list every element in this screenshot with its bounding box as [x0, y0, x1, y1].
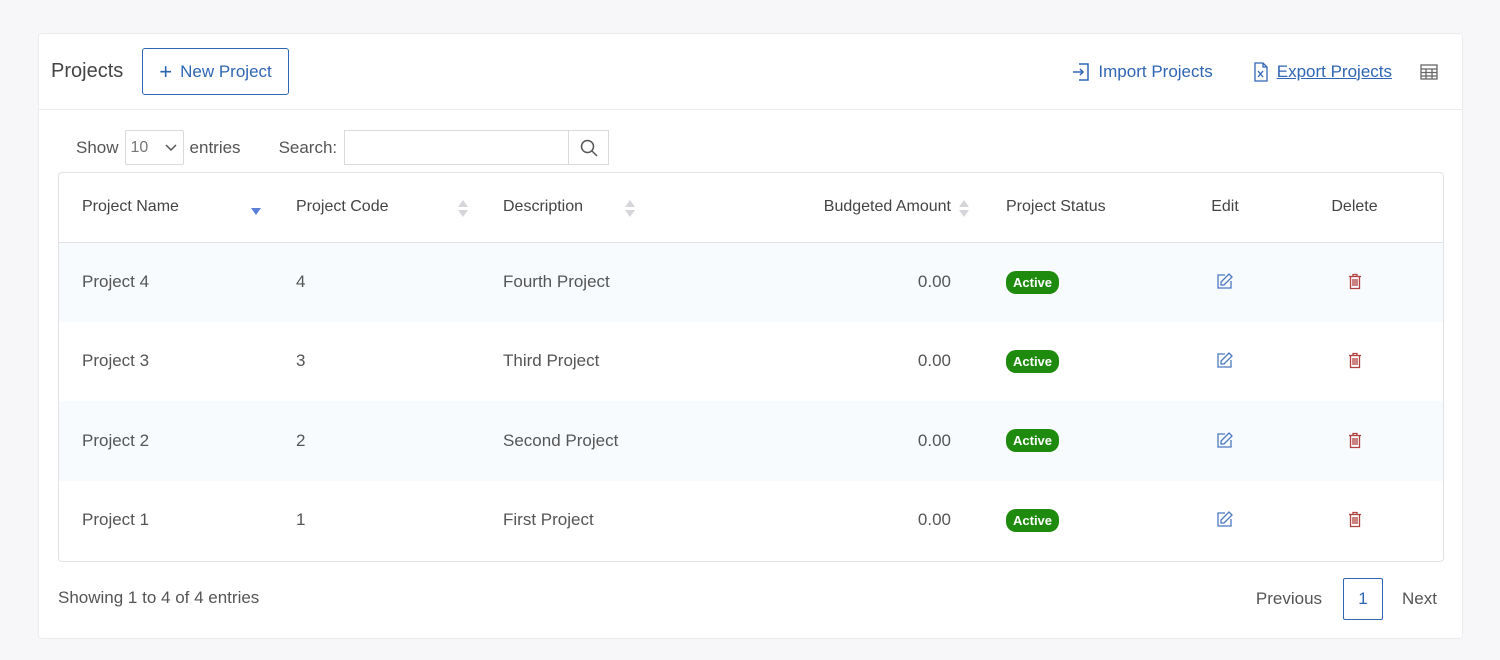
header-actions: Import Projects Export Projects	[1072, 62, 1438, 82]
cell-edit	[1164, 242, 1286, 322]
show-label: Show	[76, 137, 119, 157]
cell-project-status: Active	[979, 322, 1164, 402]
cell-description: First Project	[503, 510, 594, 530]
page-title: Projects	[51, 60, 124, 82]
column-header-delete: Delete	[1286, 173, 1443, 243]
cell-project-code: 3	[296, 351, 306, 371]
search-input[interactable]	[344, 130, 569, 165]
entries-select[interactable]: 10	[124, 130, 184, 165]
column-header-budgeted-amount[interactable]: Budgeted Amount	[707, 173, 979, 243]
table-row: Project 1 1 First Project 0.00 Active	[59, 481, 1443, 561]
export-projects-link[interactable]: Export Projects	[1253, 62, 1392, 82]
cell-budgeted-amount: 0.00	[707, 401, 979, 481]
table-row: Project 4 4 Fourth Project 0.00 Active	[59, 242, 1443, 322]
export-projects-label: Export Projects	[1276, 61, 1392, 81]
cell-project-code: 4	[273, 242, 480, 322]
cell-project-status: Active	[979, 242, 1164, 322]
trash-icon[interactable]	[1343, 269, 1367, 293]
trash-icon[interactable]	[1343, 508, 1367, 532]
cell-project-name: Project 4	[59, 242, 273, 322]
new-project-label: New Project	[180, 61, 272, 81]
entries-select-value: 10	[130, 138, 149, 156]
table-controls: Show 10 entries Search:	[76, 130, 610, 165]
cell-description: Second Project	[480, 401, 707, 481]
edit-icon[interactable]	[1213, 348, 1237, 372]
cell-budgeted-amount: 0.00	[917, 351, 951, 371]
sort-icon	[959, 200, 969, 218]
cell-delete	[1286, 242, 1443, 322]
column-label: Edit	[1211, 198, 1239, 216]
table-info: Showing 1 to 4 of 4 entries	[58, 588, 260, 607]
cell-project-name: Project 2	[59, 401, 273, 481]
cell-edit	[1164, 401, 1286, 481]
search-label: Search:	[278, 137, 338, 157]
column-label: Delete	[1331, 198, 1378, 216]
sort-desc-icon	[251, 200, 261, 218]
table-row: Project 2 2 Second Project 0.00 Active	[59, 401, 1443, 481]
cell-description: Third Project	[503, 351, 600, 371]
entries-label: entries	[189, 137, 241, 157]
sort-icon	[625, 200, 635, 218]
table-grid-icon[interactable]	[1420, 63, 1438, 80]
column-header-description[interactable]: Description	[480, 173, 707, 243]
cell-project-name: Project 1	[82, 510, 150, 530]
import-projects-link[interactable]: Import Projects	[1072, 61, 1213, 82]
column-label: Project Status	[1006, 198, 1106, 216]
import-icon	[1073, 62, 1090, 81]
next-page-button[interactable]: Next	[1402, 589, 1437, 609]
search-icon	[580, 139, 598, 157]
import-projects-label: Import Projects	[1098, 61, 1213, 81]
cell-budgeted-amount: 0.00	[707, 242, 979, 322]
page-1-button[interactable]: 1	[1343, 578, 1384, 620]
status-badge: Active	[1006, 429, 1060, 453]
cell-project-code: 2	[273, 401, 480, 481]
edit-icon[interactable]	[1213, 269, 1237, 293]
previous-page-button[interactable]: Previous	[1256, 589, 1322, 609]
edit-icon[interactable]	[1213, 428, 1237, 452]
cell-description: Fourth Project	[480, 242, 707, 322]
search-button[interactable]	[568, 130, 610, 165]
table-row: Project 3 3 Third Project 0.00 Active	[59, 322, 1443, 402]
status-badge: Active	[1006, 270, 1060, 294]
cell-project-name: Project 3	[82, 351, 150, 371]
edit-icon[interactable]	[1213, 507, 1237, 531]
card-header: Projects + New Project Import Projects E…	[39, 34, 1462, 110]
plus-icon: +	[159, 58, 173, 84]
cell-project-code: 1	[296, 510, 306, 530]
cell-delete	[1286, 401, 1443, 481]
pagination: Previous 1 Next	[1256, 578, 1437, 620]
cell-delete	[1286, 481, 1443, 561]
cell-delete	[1286, 322, 1443, 402]
column-header-edit: Edit	[1164, 173, 1286, 243]
search-box	[344, 130, 610, 165]
status-badge: Active	[1006, 349, 1060, 373]
cell-budgeted-amount: 0.00	[917, 510, 951, 530]
column-label: Description	[503, 198, 584, 216]
projects-table: Project Name Project Code Description Bu…	[58, 172, 1444, 562]
cell-edit	[1164, 322, 1286, 402]
column-header-project-code[interactable]: Project Code	[273, 173, 480, 243]
column-header-project-name[interactable]: Project Name	[59, 173, 273, 243]
table-header-row: Project Name Project Code Description Bu…	[59, 173, 1443, 243]
projects-card: Projects + New Project Import Projects E…	[38, 33, 1463, 639]
excel-file-icon	[1254, 61, 1268, 82]
cell-project-status: Active	[979, 481, 1164, 561]
column-label: Budgeted Amount	[823, 198, 951, 216]
chevron-down-icon	[165, 143, 177, 151]
sort-icon	[458, 200, 468, 218]
status-badge: Active	[1006, 508, 1060, 532]
trash-icon[interactable]	[1343, 428, 1367, 452]
cell-edit	[1164, 481, 1286, 561]
trash-icon[interactable]	[1343, 349, 1367, 373]
cell-project-status: Active	[979, 401, 1164, 481]
column-header-project-status: Project Status	[979, 173, 1164, 243]
column-label: Project Name	[82, 198, 179, 216]
new-project-button[interactable]: + New Project	[142, 48, 289, 95]
column-label: Project Code	[296, 198, 389, 216]
